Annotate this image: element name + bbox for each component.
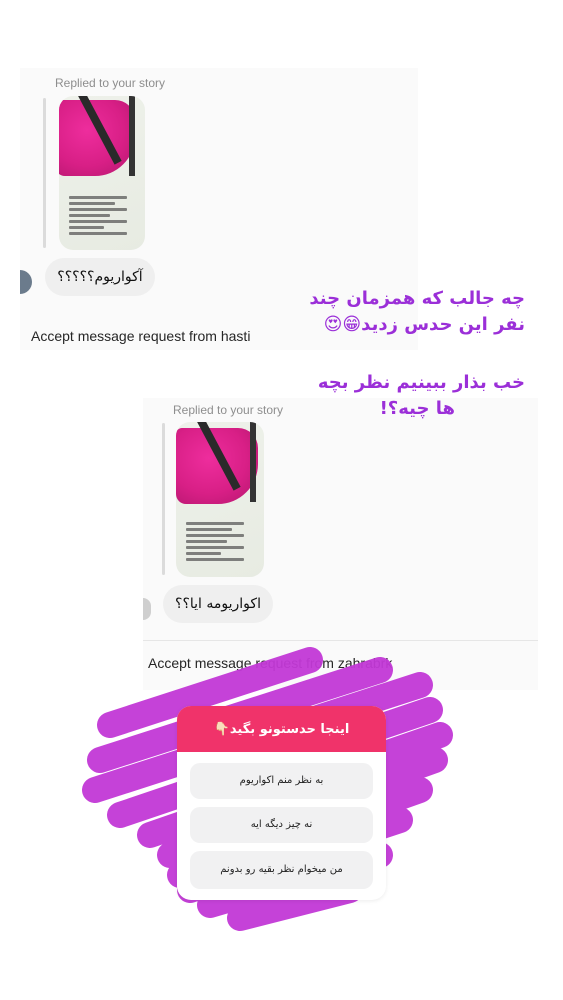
poll-sticker: اینجا حدستونو بگید👇🏻 به نظر منم اکواریوم… <box>177 706 386 900</box>
accept-request-link[interactable]: Accept message request from hasti <box>31 328 250 344</box>
poll-option[interactable]: من میخوام نظر بقیه رو بدونم <box>190 851 373 889</box>
story-thumbnail[interactable] <box>176 422 264 577</box>
reply-bubble[interactable]: آکواریوم؟؟؟؟؟ <box>45 258 155 296</box>
poll-question: اینجا حدستونو بگید👇🏻 <box>177 706 386 752</box>
story-quote-bar <box>162 423 165 575</box>
story-quote-bar <box>43 98 46 248</box>
reply-bubble[interactable]: اکواریومه ایا؟؟ <box>163 585 273 623</box>
caption-line: ها چیه؟! <box>379 398 455 419</box>
replied-label: Replied to your story <box>173 403 284 417</box>
caption-line: نفر این حدس زدید😁😍 <box>323 314 525 335</box>
caption-line: خب بذار ببینیم نظر بچه <box>317 372 525 393</box>
poll-option[interactable]: نه چیز دیگه ایه <box>190 807 373 843</box>
caption-line: چه جالب که همزمان چند <box>309 288 525 309</box>
replied-label: Replied to your story <box>55 76 166 90</box>
poll-option[interactable]: به نظر منم اکواریوم <box>190 763 373 799</box>
story-thumbnail[interactable] <box>59 96 145 250</box>
